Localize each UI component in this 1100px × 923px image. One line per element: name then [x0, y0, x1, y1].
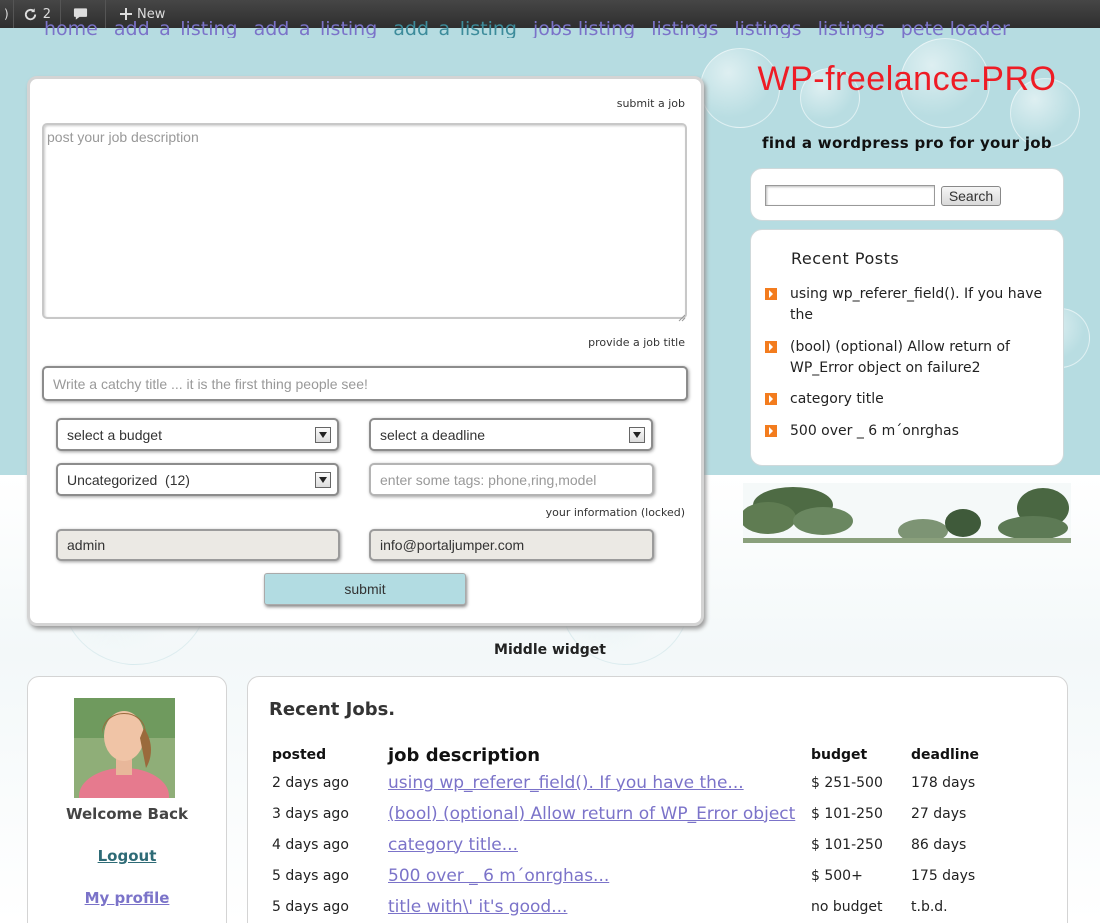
- arrow-bullet-icon: [765, 425, 777, 437]
- job-posted: 5 days ago: [272, 898, 349, 915]
- nav-item-home[interactable]: home: [44, 18, 98, 38]
- recent-post-item[interactable]: using wp_referer_field(). If you have th…: [765, 284, 1055, 326]
- budget-select[interactable]: select a budget: [56, 418, 339, 451]
- recent-post-item[interactable]: (bool) (optional) Allow return of WP_Err…: [765, 337, 1055, 379]
- submit-job-label: submit a job: [616, 97, 685, 110]
- chevron-down-icon: [629, 427, 645, 443]
- arrow-bullet-icon: [765, 288, 777, 300]
- recent-jobs-title: Recent Jobs.: [269, 699, 396, 720]
- job-deadline: 175 days: [911, 867, 976, 884]
- top-nav: home add_a_listing add_a_listing add_a_l…: [44, 16, 1044, 38]
- table-row: 5 days ago 500 over _ 6 m´onrghas... $ 5…: [272, 860, 1011, 891]
- job-link[interactable]: title with\' it's good...: [388, 897, 567, 917]
- info-icon: ): [4, 7, 9, 21]
- job-budget: no budget: [811, 898, 883, 915]
- arrow-bullet-icon: [765, 393, 777, 405]
- submit-button[interactable]: submit: [264, 573, 466, 605]
- job-deadline: 178 days: [911, 774, 976, 791]
- budget-select-value: select a budget: [67, 426, 162, 443]
- site-tagline: find a wordpress pro for your job: [762, 134, 1052, 152]
- my-profile-link[interactable]: My profile: [28, 889, 226, 907]
- table-row: 2 days ago using wp_referer_field(). If …: [272, 767, 1011, 798]
- table-row: 5 days ago title with\' it's good... no …: [272, 891, 1011, 922]
- job-link[interactable]: using wp_referer_field(). If you have th…: [388, 773, 744, 793]
- job-deadline: 27 days: [911, 805, 967, 822]
- username-field: admin: [56, 529, 340, 561]
- trees-image: [743, 483, 1071, 543]
- deadline-select[interactable]: select a deadline: [369, 418, 653, 451]
- recent-post-link[interactable]: using wp_referer_field(). If you have th…: [790, 284, 1055, 326]
- job-budget: $ 500+: [811, 867, 863, 884]
- job-link[interactable]: (bool) (optional) Allow return of WP_Err…: [388, 804, 795, 824]
- job-description-input[interactable]: [42, 123, 687, 319]
- chevron-down-icon: [315, 472, 331, 488]
- nav-item-add-listing[interactable]: add_a_listing: [114, 18, 238, 38]
- nav-item-listings[interactable]: listings: [818, 18, 885, 38]
- table-row: 3 days ago (bool) (optional) Allow retur…: [272, 798, 1011, 829]
- recent-post-link[interactable]: (bool) (optional) Allow return of WP_Err…: [790, 337, 1055, 379]
- search-input[interactable]: [765, 185, 935, 206]
- avatar: [74, 698, 175, 798]
- middle-widget-title: Middle widget: [494, 642, 606, 658]
- recent-post-link[interactable]: category title: [790, 389, 884, 410]
- job-posted: 5 days ago: [272, 867, 349, 884]
- header-budget: budget: [811, 747, 868, 763]
- chevron-down-icon: [315, 427, 331, 443]
- recent-post-item[interactable]: category title: [765, 389, 1055, 410]
- job-title-label: provide a job title: [588, 336, 685, 349]
- job-posted: 3 days ago: [272, 805, 349, 822]
- nav-item-listings[interactable]: listings: [651, 18, 718, 38]
- nav-item-pete-loader[interactable]: pete loader: [901, 18, 1010, 38]
- resize-handle-icon[interactable]: [676, 307, 686, 322]
- job-submit-form: submit a job provide a job title Write a…: [27, 76, 704, 626]
- job-budget: $ 101-250: [811, 805, 883, 822]
- arrow-bullet-icon: [765, 341, 777, 353]
- header-deadline: deadline: [911, 747, 980, 763]
- admin-bar-info[interactable]: ): [0, 0, 14, 28]
- deadline-select-value: select a deadline: [380, 426, 486, 443]
- info-locked-label: your information (locked): [545, 506, 685, 519]
- profile-widget: Welcome Back Logout My profile: [27, 676, 227, 923]
- email-field: info@portaljumper.com: [369, 529, 654, 561]
- refresh-icon: [24, 7, 36, 20]
- job-posted: 4 days ago: [272, 836, 349, 853]
- recent-jobs-widget: Recent Jobs. posted job description budg…: [247, 676, 1068, 923]
- nav-item-jobs-listing[interactable]: jobs listing: [533, 18, 635, 38]
- job-link[interactable]: category title...: [388, 835, 518, 855]
- nav-item-listings[interactable]: listings: [734, 18, 801, 38]
- job-deadline: 86 days: [911, 836, 967, 853]
- recent-post-link[interactable]: 500 over _ 6 m´onrghas: [790, 421, 959, 442]
- category-select-value: Uncategorized (12): [67, 471, 190, 488]
- logout-link[interactable]: Logout: [28, 847, 226, 865]
- job-budget: $ 251-500: [811, 774, 883, 791]
- nav-item-add-listing[interactable]: add_a_listing: [254, 18, 378, 38]
- jobs-table: posted job description budget deadline 2…: [272, 743, 1011, 922]
- header-description: job description: [388, 744, 541, 766]
- nav-item-add-listing-current[interactable]: add_a_listing: [393, 18, 517, 38]
- tags-input[interactable]: enter some tags: phone,ring,model: [369, 463, 654, 496]
- table-row: 4 days ago category title... $ 101-250 8…: [272, 829, 1011, 860]
- header-posted: posted: [272, 747, 327, 763]
- recent-posts-title: Recent Posts: [791, 249, 900, 268]
- job-posted: 2 days ago: [272, 774, 349, 791]
- job-link[interactable]: 500 over _ 6 m´onrghas...: [388, 866, 609, 886]
- welcome-text: Welcome Back: [66, 805, 188, 823]
- site-title[interactable]: WP-freelance-PRO: [740, 62, 1074, 96]
- search-button[interactable]: Search: [941, 186, 1001, 206]
- category-select[interactable]: Uncategorized (12): [56, 463, 339, 496]
- search-widget: Search: [750, 168, 1064, 221]
- job-budget: $ 101-250: [811, 836, 883, 853]
- job-title-input[interactable]: Write a catchy title ... it is the first…: [42, 366, 688, 401]
- recent-post-item[interactable]: 500 over _ 6 m´onrghas: [765, 421, 1055, 442]
- table-header-row: posted job description budget deadline: [272, 743, 1011, 767]
- job-deadline: t.b.d.: [911, 898, 948, 915]
- recent-posts-widget: Recent Posts using wp_referer_field(). I…: [750, 229, 1064, 466]
